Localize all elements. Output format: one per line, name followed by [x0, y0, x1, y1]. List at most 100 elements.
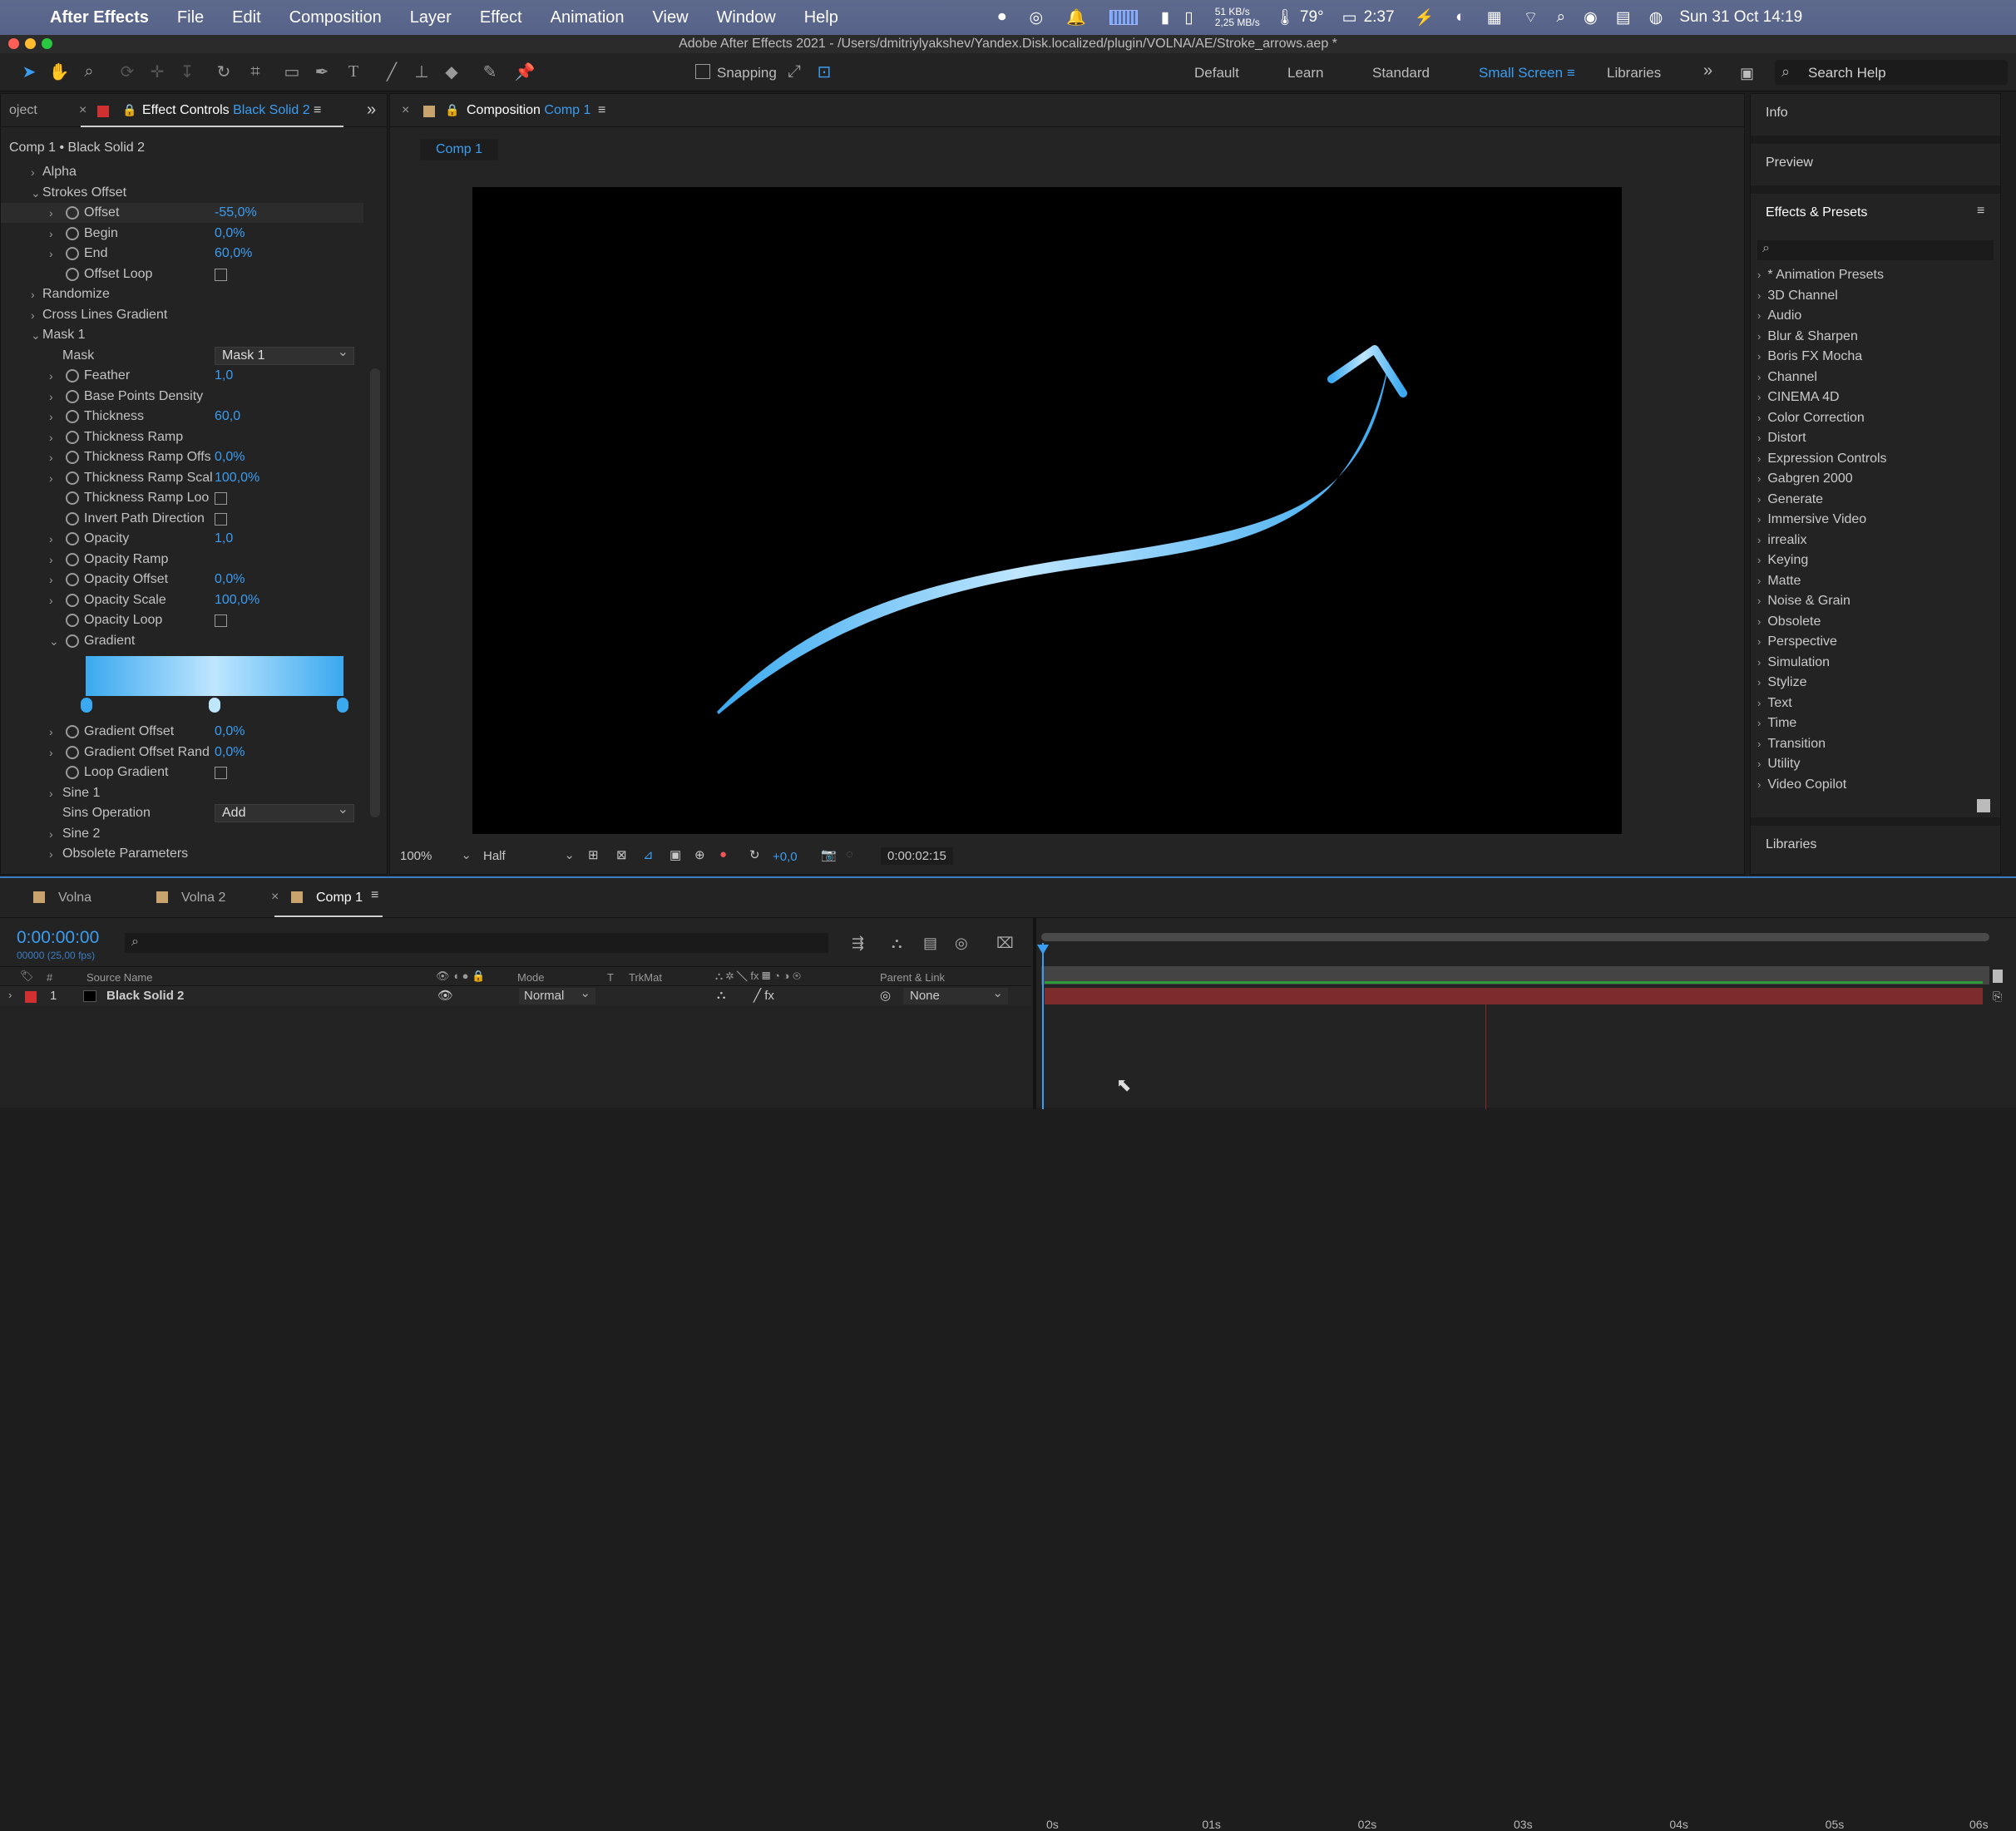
property-value[interactable]: 0,0% — [215, 743, 245, 763]
effect-category-irrealix[interactable]: › irrealix — [1757, 533, 1806, 548]
blend-mode-dropdown[interactable]: Normal ⌄ — [519, 986, 595, 1004]
info-panel-tab[interactable]: Info — [1766, 106, 1788, 121]
comp-end-icon[interactable]: ⎘ — [1993, 990, 2002, 1004]
effect-category-utility[interactable]: › Utility — [1757, 757, 1800, 772]
property-thickness-ramp-scal[interactable]: › Thickness Ramp Scal 100,0% — [1, 468, 363, 488]
stopwatch-icon[interactable] — [66, 766, 79, 779]
chevron-right-icon[interactable]: › — [49, 224, 53, 244]
cpu-graph-icon[interactable] — [1109, 10, 1138, 25]
property-value[interactable]: 60,0% — [215, 244, 252, 264]
property-thickness[interactable]: › Thickness 60,0 — [1, 407, 363, 427]
effect-category-boris-fx-mocha[interactable]: › Boris FX Mocha — [1757, 349, 1862, 364]
property-begin[interactable]: › Begin 0,0% — [1, 224, 363, 244]
stopwatch-icon[interactable] — [66, 389, 79, 403]
property-feather[interactable]: › Feather 1,0 — [1, 366, 363, 386]
property-cross-lines-gradient[interactable]: › Cross Lines Gradient — [1, 305, 363, 325]
flag-icon[interactable]: ▦ — [1487, 8, 1502, 27]
property-value[interactable]: 1,0 — [215, 366, 233, 386]
chevron-right-icon[interactable]: › — [49, 427, 53, 447]
timeline-current-time[interactable]: 0:00:00:00 — [17, 928, 99, 948]
siri-icon[interactable]: ◍ — [1649, 8, 1663, 27]
frame-blending-icon[interactable]: ◎ — [955, 935, 968, 952]
menu-animation[interactable]: Animation — [551, 8, 625, 27]
effect-category-keying[interactable]: › Keying — [1757, 553, 1808, 568]
menu-layer[interactable]: Layer — [410, 8, 452, 27]
menu-view[interactable]: View — [653, 8, 689, 27]
parent-link-column[interactable]: Parent & Link — [880, 971, 945, 984]
property-thickness-ramp-offs[interactable]: › Thickness Ramp Offs 0,0% — [1, 447, 363, 467]
property-value[interactable]: 0,0% — [215, 447, 245, 467]
menu-file[interactable]: File — [177, 8, 204, 27]
grid-guides-icon[interactable]: ⊕ — [694, 847, 705, 862]
snap-edges-icon[interactable]: ⤢ — [783, 61, 805, 82]
gradient-stop[interactable] — [337, 698, 348, 713]
preview-panel-tab[interactable]: Preview — [1766, 155, 1813, 170]
memory-icon[interactable]: ▮ — [1161, 8, 1169, 27]
time-navigator[interactable] — [1041, 933, 1989, 941]
exposure-value[interactable]: +0,0 — [773, 850, 798, 864]
channels-icon[interactable]: ● — [719, 847, 727, 861]
playhead-handle[interactable] — [1037, 945, 1049, 955]
property-value[interactable]: 60,0 — [215, 407, 240, 427]
property-strokes-offset[interactable]: ⌄ Strokes Offset — [1, 183, 363, 203]
snapshot-icon[interactable]: 📷 — [821, 847, 837, 862]
property-end[interactable]: › End 60,0% — [1, 244, 363, 264]
effect-category-expression-controls[interactable]: › Expression Controls — [1757, 452, 1887, 466]
wifi-icon[interactable]: ⌔ — [1524, 7, 1539, 27]
chevron-right-icon[interactable]: › — [49, 244, 53, 264]
roto-brush-icon[interactable]: ✎ — [479, 61, 501, 82]
chevron-right-icon[interactable]: › — [49, 529, 53, 549]
stopwatch-icon[interactable] — [66, 471, 79, 485]
property-randomize[interactable]: › Randomize — [1, 284, 363, 304]
property-loop-gradient[interactable]: Loop Gradient — [1, 763, 363, 782]
stopwatch-icon[interactable] — [66, 226, 79, 240]
chevron-down-icon[interactable]: ⌄ — [31, 325, 41, 345]
puppet-pin-icon[interactable]: 📌 — [514, 61, 536, 82]
property-alpha[interactable]: › Alpha — [1, 162, 363, 182]
effect-category-video-copilot[interactable]: › Video Copilot — [1757, 777, 1846, 792]
stopwatch-icon[interactable] — [66, 430, 79, 444]
property-sine-2[interactable]: › Sine 2 — [1, 824, 363, 844]
user-icon[interactable]: ◉ — [1584, 8, 1598, 27]
composition-viewer[interactable] — [472, 187, 1622, 834]
creative-cloud-icon[interactable]: ◎ — [1030, 8, 1044, 27]
effect-category-cinema-4d[interactable]: › CINEMA 4D — [1757, 390, 1840, 405]
project-tab[interactable]: oject — [9, 103, 37, 118]
timeline-tab-comp-1[interactable]: Comp 1 — [316, 891, 363, 906]
stopwatch-icon[interactable] — [66, 206, 79, 220]
chevron-right-icon[interactable]: › — [49, 722, 53, 742]
reset-exposure-icon[interactable]: ↻ — [749, 847, 760, 862]
chevron-right-icon[interactable]: › — [49, 366, 53, 386]
property-gradient-offset[interactable]: › Gradient Offset 0,0% — [1, 722, 363, 742]
effect-category-noise-grain[interactable]: › Noise & Grain — [1757, 594, 1850, 609]
panel-menu-icon[interactable]: ≡ — [314, 103, 321, 118]
layer-duration-bar[interactable] — [1045, 988, 1983, 1004]
workspace-menu-icon[interactable]: ≡ — [1567, 65, 1575, 81]
menu-composition[interactable]: Composition — [289, 8, 382, 27]
chevron-right-icon[interactable]: › — [49, 203, 53, 223]
app-menu[interactable]: After Effects — [50, 8, 149, 27]
stopwatch-icon[interactable] — [66, 614, 79, 627]
checkbox[interactable] — [215, 614, 227, 627]
close-tab-icon[interactable]: × — [402, 103, 409, 118]
notification-icon[interactable]: 🔔 — [1066, 7, 1086, 27]
property-mask[interactable]: Mask Mask 1 — [1, 344, 363, 366]
effect-category-blur-sharpen[interactable]: › Blur & Sharpen — [1757, 329, 1858, 344]
source-name-column[interactable]: Source Name — [86, 971, 152, 984]
stopwatch-icon[interactable] — [66, 745, 79, 759]
stopwatch-icon[interactable] — [66, 369, 79, 382]
clock[interactable]: Sun 31 Oct 14:19 — [1679, 8, 1802, 27]
gradient-ramp[interactable] — [86, 656, 343, 696]
current-time-indicator[interactable] — [1042, 943, 1044, 1109]
show-snapshot-icon[interactable]: ◌ — [846, 847, 853, 861]
stopwatch-icon[interactable] — [66, 725, 79, 738]
effect-category-channel[interactable]: › Channel — [1757, 370, 1817, 385]
dolly-camera-icon[interactable]: ↧ — [176, 61, 198, 82]
property-opacity-offset[interactable]: › Opacity Offset 0,0% — [1, 570, 363, 590]
stopwatch-icon[interactable] — [66, 532, 79, 545]
chevron-right-icon[interactable]: › — [49, 844, 53, 864]
close-tab-icon[interactable]: × — [271, 890, 279, 905]
effect-category-3d-channel[interactable]: › 3D Channel — [1757, 289, 1838, 304]
property-base-points-density[interactable]: › Base Points Density — [1, 387, 363, 407]
checkbox[interactable] — [215, 767, 227, 779]
